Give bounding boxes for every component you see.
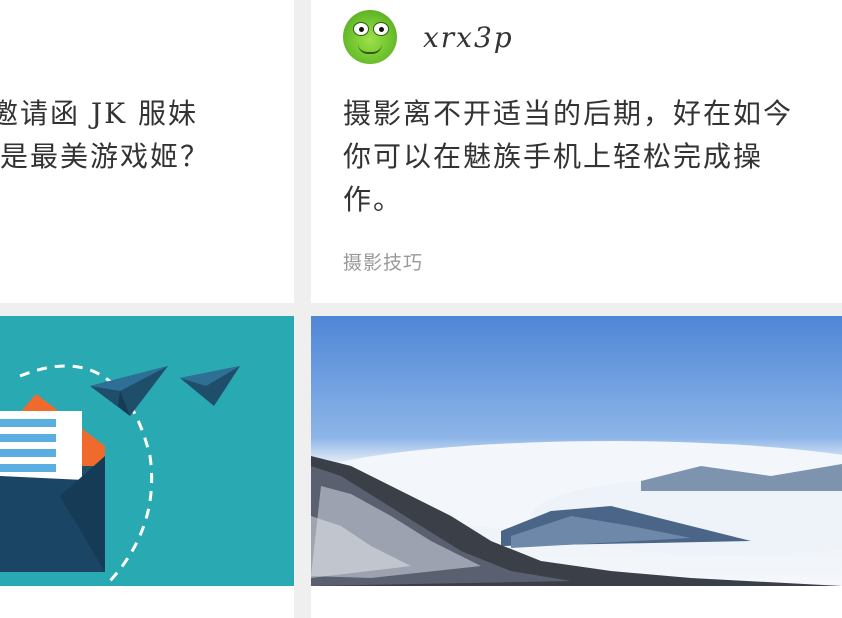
author-row[interactable]: xrx3p (343, 10, 514, 64)
title-line: 邀请函 JK 服妹 (0, 97, 198, 130)
mountain-photo (311, 316, 842, 586)
article-title[interactable]: 摄影离不开适当的后期，好在如今你可以在魅族手机上轻松完成操作。 (343, 92, 813, 221)
article-card-left[interactable]: 邀请函 JK 服妹 是最美游戏姬？ (0, 0, 294, 303)
avatar-eye (353, 22, 369, 36)
author-name[interactable]: xrx3p (423, 21, 514, 54)
article-card-right[interactable]: xrx3p 摄影离不开适当的后期，好在如今你可以在魅族手机上轻松完成操作。 摄影… (311, 0, 842, 303)
article-image-envelope[interactable] (0, 316, 294, 586)
envelope-illustration (0, 316, 294, 586)
article-title[interactable]: 邀请函 JK 服妹 是最美游戏姬？ (0, 92, 210, 178)
avatar-mouth (358, 44, 382, 54)
avatar-eye (373, 22, 389, 36)
avatar[interactable] (343, 10, 397, 64)
article-tag[interactable]: 摄影技巧 (343, 248, 423, 275)
article-card-left-footer (0, 586, 294, 618)
article-card-right-footer (311, 586, 842, 618)
title-line: 是最美游戏姬？ (0, 140, 211, 173)
article-image-mountain[interactable] (311, 316, 842, 586)
